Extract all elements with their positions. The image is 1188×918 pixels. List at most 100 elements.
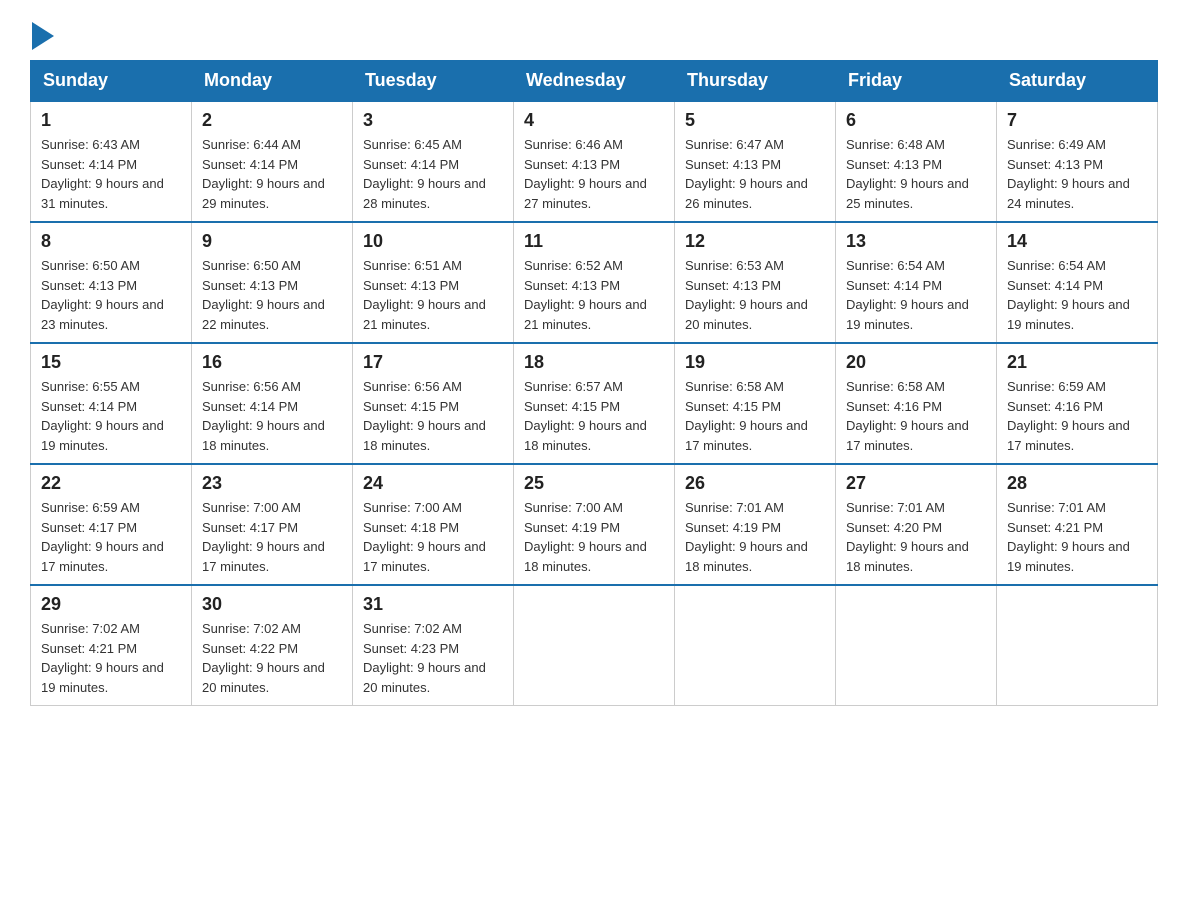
calendar-cell: 23 Sunrise: 7:00 AMSunset: 4:17 PMDayligh… — [192, 464, 353, 585]
day-number: 8 — [41, 231, 181, 252]
day-number: 7 — [1007, 110, 1147, 131]
calendar-cell: 8 Sunrise: 6:50 AMSunset: 4:13 PMDaylight… — [31, 222, 192, 343]
day-info: Sunrise: 7:02 AMSunset: 4:21 PMDaylight:… — [41, 619, 181, 697]
calendar-cell — [997, 585, 1158, 706]
calendar-cell: 25 Sunrise: 7:00 AMSunset: 4:19 PMDayligh… — [514, 464, 675, 585]
day-number: 30 — [202, 594, 342, 615]
day-info: Sunrise: 7:02 AMSunset: 4:23 PMDaylight:… — [363, 619, 503, 697]
calendar-cell: 30 Sunrise: 7:02 AMSunset: 4:22 PMDayligh… — [192, 585, 353, 706]
day-info: Sunrise: 6:46 AMSunset: 4:13 PMDaylight:… — [524, 135, 664, 213]
calendar-cell: 12 Sunrise: 6:53 AMSunset: 4:13 PMDayligh… — [675, 222, 836, 343]
day-number: 2 — [202, 110, 342, 131]
calendar-cell: 22 Sunrise: 6:59 AMSunset: 4:17 PMDayligh… — [31, 464, 192, 585]
day-header-tuesday: Tuesday — [353, 60, 514, 102]
day-info: Sunrise: 6:43 AMSunset: 4:14 PMDaylight:… — [41, 135, 181, 213]
day-number: 14 — [1007, 231, 1147, 252]
logo-arrow-icon — [32, 22, 54, 50]
day-number: 9 — [202, 231, 342, 252]
day-info: Sunrise: 6:59 AMSunset: 4:17 PMDaylight:… — [41, 498, 181, 576]
day-header-friday: Friday — [836, 60, 997, 102]
calendar-cell: 15 Sunrise: 6:55 AMSunset: 4:14 PMDayligh… — [31, 343, 192, 464]
day-info: Sunrise: 6:47 AMSunset: 4:13 PMDaylight:… — [685, 135, 825, 213]
day-number: 17 — [363, 352, 503, 373]
day-header-sunday: Sunday — [31, 60, 192, 102]
day-info: Sunrise: 7:01 AMSunset: 4:20 PMDaylight:… — [846, 498, 986, 576]
day-info: Sunrise: 6:58 AMSunset: 4:16 PMDaylight:… — [846, 377, 986, 455]
day-number: 28 — [1007, 473, 1147, 494]
calendar-cell: 26 Sunrise: 7:01 AMSunset: 4:19 PMDayligh… — [675, 464, 836, 585]
day-number: 18 — [524, 352, 664, 373]
calendar-cell: 16 Sunrise: 6:56 AMSunset: 4:14 PMDayligh… — [192, 343, 353, 464]
calendar-cell — [675, 585, 836, 706]
day-info: Sunrise: 6:56 AMSunset: 4:15 PMDaylight:… — [363, 377, 503, 455]
calendar-cell: 28Sunrise: 7:01 AMSunset: 4:21 PMDayligh… — [997, 464, 1158, 585]
day-number: 16 — [202, 352, 342, 373]
day-number: 24 — [363, 473, 503, 494]
day-number: 25 — [524, 473, 664, 494]
day-number: 21 — [1007, 352, 1147, 373]
calendar-cell: 5 Sunrise: 6:47 AMSunset: 4:13 PMDaylight… — [675, 102, 836, 223]
day-info: Sunrise: 6:50 AMSunset: 4:13 PMDaylight:… — [202, 256, 342, 334]
day-header-saturday: Saturday — [997, 60, 1158, 102]
calendar-cell: 17 Sunrise: 6:56 AMSunset: 4:15 PMDayligh… — [353, 343, 514, 464]
day-header-thursday: Thursday — [675, 60, 836, 102]
calendar-cell: 20 Sunrise: 6:58 AMSunset: 4:16 PMDayligh… — [836, 343, 997, 464]
calendar-cell: 2 Sunrise: 6:44 AMSunset: 4:14 PMDaylight… — [192, 102, 353, 223]
calendar-cell: 3Sunrise: 6:45 AMSunset: 4:14 PMDaylight… — [353, 102, 514, 223]
calendar-week-2: 8 Sunrise: 6:50 AMSunset: 4:13 PMDaylight… — [31, 222, 1158, 343]
day-info: Sunrise: 7:00 AMSunset: 4:19 PMDaylight:… — [524, 498, 664, 576]
calendar-cell: 18 Sunrise: 6:57 AMSunset: 4:15 PMDayligh… — [514, 343, 675, 464]
calendar-cell — [514, 585, 675, 706]
day-info: Sunrise: 6:55 AMSunset: 4:14 PMDaylight:… — [41, 377, 181, 455]
day-number: 10 — [363, 231, 503, 252]
day-info: Sunrise: 6:53 AMSunset: 4:13 PMDaylight:… — [685, 256, 825, 334]
day-number: 3 — [363, 110, 503, 131]
calendar-cell: 10 Sunrise: 6:51 AMSunset: 4:13 PMDayligh… — [353, 222, 514, 343]
day-info: Sunrise: 7:02 AMSunset: 4:22 PMDaylight:… — [202, 619, 342, 697]
day-number: 5 — [685, 110, 825, 131]
calendar-cell: 4 Sunrise: 6:46 AMSunset: 4:13 PMDaylight… — [514, 102, 675, 223]
day-number: 11 — [524, 231, 664, 252]
day-header-monday: Monday — [192, 60, 353, 102]
calendar-cell — [836, 585, 997, 706]
day-number: 19 — [685, 352, 825, 373]
day-info: Sunrise: 6:48 AMSunset: 4:13 PMDaylight:… — [846, 135, 986, 213]
day-info: Sunrise: 6:56 AMSunset: 4:14 PMDaylight:… — [202, 377, 342, 455]
day-info: Sunrise: 6:58 AMSunset: 4:15 PMDaylight:… — [685, 377, 825, 455]
day-number: 22 — [41, 473, 181, 494]
calendar-cell: 29 Sunrise: 7:02 AMSunset: 4:21 PMDayligh… — [31, 585, 192, 706]
day-number: 13 — [846, 231, 986, 252]
day-number: 26 — [685, 473, 825, 494]
day-number: 1 — [41, 110, 181, 131]
day-number: 20 — [846, 352, 986, 373]
calendar-cell: 11Sunrise: 6:52 AMSunset: 4:13 PMDayligh… — [514, 222, 675, 343]
day-info: Sunrise: 6:54 AMSunset: 4:14 PMDaylight:… — [1007, 256, 1147, 334]
day-info: Sunrise: 6:57 AMSunset: 4:15 PMDaylight:… — [524, 377, 664, 455]
calendar-cell: 27Sunrise: 7:01 AMSunset: 4:20 PMDayligh… — [836, 464, 997, 585]
calendar-table: SundayMondayTuesdayWednesdayThursdayFrid… — [30, 60, 1158, 706]
day-info: Sunrise: 6:54 AMSunset: 4:14 PMDaylight:… — [846, 256, 986, 334]
calendar-cell: 1 Sunrise: 6:43 AMSunset: 4:14 PMDaylight… — [31, 102, 192, 223]
day-number: 4 — [524, 110, 664, 131]
calendar-cell: 13 Sunrise: 6:54 AMSunset: 4:14 PMDayligh… — [836, 222, 997, 343]
day-info: Sunrise: 7:01 AMSunset: 4:19 PMDaylight:… — [685, 498, 825, 576]
day-info: Sunrise: 6:49 AMSunset: 4:13 PMDaylight:… — [1007, 135, 1147, 213]
day-number: 23 — [202, 473, 342, 494]
day-number: 6 — [846, 110, 986, 131]
day-number: 12 — [685, 231, 825, 252]
day-info: Sunrise: 6:44 AMSunset: 4:14 PMDaylight:… — [202, 135, 342, 213]
day-header-wednesday: Wednesday — [514, 60, 675, 102]
day-info: Sunrise: 6:50 AMSunset: 4:13 PMDaylight:… — [41, 256, 181, 334]
day-info: Sunrise: 7:00 AMSunset: 4:17 PMDaylight:… — [202, 498, 342, 576]
calendar-cell: 9 Sunrise: 6:50 AMSunset: 4:13 PMDaylight… — [192, 222, 353, 343]
calendar-cell: 24Sunrise: 7:00 AMSunset: 4:18 PMDayligh… — [353, 464, 514, 585]
day-number: 29 — [41, 594, 181, 615]
calendar-cell: 6 Sunrise: 6:48 AMSunset: 4:13 PMDaylight… — [836, 102, 997, 223]
calendar-cell: 7 Sunrise: 6:49 AMSunset: 4:13 PMDaylight… — [997, 102, 1158, 223]
calendar-week-4: 22 Sunrise: 6:59 AMSunset: 4:17 PMDayligh… — [31, 464, 1158, 585]
calendar-week-3: 15 Sunrise: 6:55 AMSunset: 4:14 PMDayligh… — [31, 343, 1158, 464]
day-info: Sunrise: 6:51 AMSunset: 4:13 PMDaylight:… — [363, 256, 503, 334]
calendar-cell: 14 Sunrise: 6:54 AMSunset: 4:14 PMDayligh… — [997, 222, 1158, 343]
day-number: 15 — [41, 352, 181, 373]
day-number: 31 — [363, 594, 503, 615]
